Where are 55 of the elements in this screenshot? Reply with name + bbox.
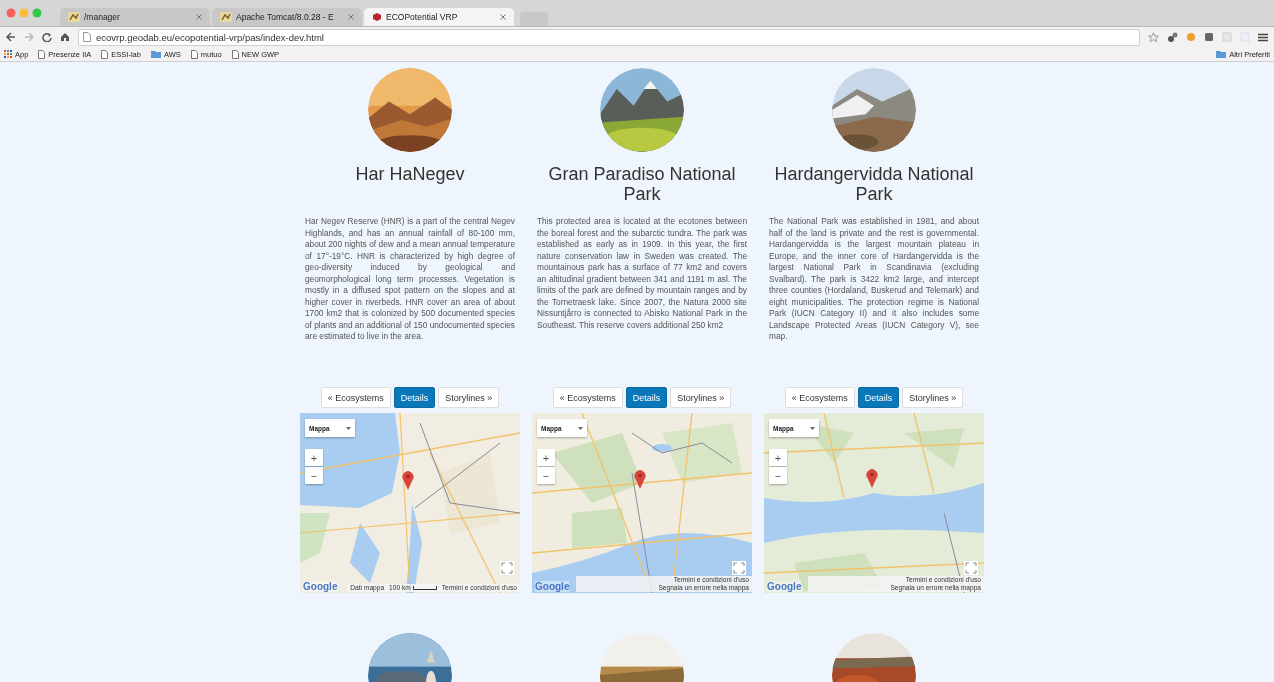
caret-icon (346, 426, 351, 430)
page-icon (38, 49, 46, 59)
nav-button[interactable]: « Ecosystems (320, 387, 391, 408)
browser-tab[interactable]: /manager (60, 8, 210, 26)
menu-icon[interactable] (1258, 32, 1268, 42)
park-title: Har HaNegev (354, 164, 466, 186)
extension-icon[interactable] (1167, 31, 1178, 43)
zoom-in-button[interactable]: + (769, 449, 787, 466)
map-pin-icon (402, 471, 414, 490)
caret-icon (578, 426, 583, 430)
reload-icon[interactable] (42, 32, 52, 42)
nav-button[interactable]: Details (393, 387, 436, 408)
park-title: Gran Paradiso National Park (547, 164, 737, 206)
nav-button[interactable]: « Ecosystems (552, 387, 623, 408)
nav-button[interactable]: Details (857, 387, 900, 408)
map-logo: Google (767, 581, 802, 592)
map-pin-icon (866, 469, 878, 488)
home-icon[interactable] (60, 32, 70, 42)
close-icon[interactable] (500, 14, 506, 20)
page-icon (190, 49, 198, 59)
fullscreen-icon[interactable] (500, 561, 514, 575)
zoom-out-button[interactable]: − (305, 467, 323, 484)
nav-button[interactable]: Storylines » (438, 387, 500, 408)
close-icon[interactable] (348, 14, 354, 20)
page-icon (231, 49, 239, 59)
apps-grid-icon (4, 50, 12, 58)
browser-tab[interactable]: Apache Tomcat/8.0.28 - E (212, 8, 362, 26)
folder-icon (1216, 50, 1227, 58)
address-bar[interactable]: ecovrp.geodab.eu/ecopotential-vrp/pas/index-dev.html (78, 28, 1140, 46)
park-description: Har Negev Reserve (HNR) is a part of the central Negev Highlands, and has an annual rainfall of 80-100 mm, about 200 nights of dew and a mean annual temperature of 17°-19°C. HNR is characterized by high degree of geo-diversity induced by geological and geomorphological long term processes. Vegetation is mostly in a diffused spot pattern on the slopes and at higher cover in riverbeds. HNR cover an area of about 1700 km2 that is colonized by 500 documented species of plants and an additional of 150 undocumented species are estimated to live in the area. (305, 216, 515, 343)
close-icon[interactable] (196, 14, 202, 20)
nav-button[interactable]: Storylines » (670, 387, 732, 408)
folder-icon (150, 50, 161, 58)
zoom-in-button[interactable]: + (305, 449, 323, 466)
nav-button[interactable]: Details (625, 387, 668, 408)
zoom-out-button[interactable]: − (769, 467, 787, 484)
fullscreen-icon[interactable] (732, 561, 746, 575)
map-pin-icon (634, 470, 646, 489)
map-logo: Google (303, 581, 338, 592)
browser-tab[interactable]: ECOPotential VRP (364, 8, 514, 26)
cube-icon (372, 12, 382, 22)
scale-bar-icon (412, 586, 437, 590)
caret-icon (810, 426, 815, 430)
nav-button[interactable]: « Ecosystems (784, 387, 855, 408)
back-icon[interactable] (6, 32, 16, 42)
zoom-in-button[interactable]: + (537, 449, 555, 466)
park-description: The National Park was established in 1981, and about half of the land is private and the rest is governmental. Hardangervidda is the largest mountain plateau in Europe, and the inner core of Hardangervidda is the largest National Park in Scandinavia (excluding Svalbard). The park is 3422 km2 large, and intercept three counties (Hordaland, Buskerud and Telemark) and eight municipalities. The protection regime is National Park (IUCN Category II) and it also includes some Landscape Protected Areas (IUCN Category V), see map. (769, 216, 979, 343)
park-description: This protected area is located at the ecotones between the boreal forest and the subarctic tundra. The park was established as early as in 1909. In this year, the first nature conservation law in Sweden was created. The mountainous park has a surface of 77 km2 and covers an altitudinal gradient between 341 and 1191 m asl. The limits of the park are defined by mountain ranges and by the Tornetraesk lake. Since 2007, the Natura 2000 site Nissuntjårro is connected to Abisko National Park in the Southeast. This reserve covers additional 250 km2 (537, 216, 747, 332)
zoom-out-button[interactable]: − (537, 467, 555, 484)
park-title: Hardangervidda National Park (773, 164, 975, 206)
fullscreen-icon[interactable] (964, 561, 978, 575)
forward-icon[interactable] (24, 32, 34, 42)
nav-button[interactable]: Storylines » (902, 387, 964, 408)
map-logo: Google (535, 581, 570, 592)
star-icon[interactable] (1148, 31, 1159, 43)
